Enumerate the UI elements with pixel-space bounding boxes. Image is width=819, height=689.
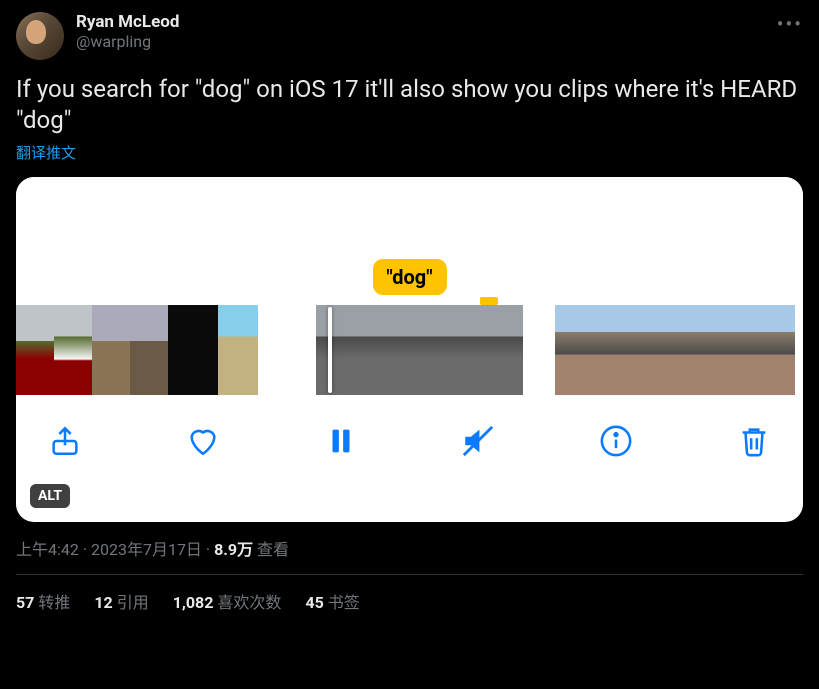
mute-icon[interactable] (457, 420, 499, 462)
playhead[interactable] (328, 307, 332, 393)
heart-icon[interactable] (182, 420, 224, 462)
retweets-stat[interactable]: 57转推 (16, 589, 70, 613)
alt-badge[interactable]: ALT (30, 484, 70, 508)
tweet-container: Ryan McLeod @warpling ••• If you search … (0, 0, 819, 625)
likes-stat[interactable]: 1,082喜欢次数 (173, 589, 282, 613)
video-frame (130, 305, 168, 395)
video-frame (675, 305, 715, 395)
video-frame (206, 305, 218, 395)
handle: @warpling (76, 32, 765, 51)
translate-link[interactable]: 翻译推文 (16, 142, 76, 163)
video-frame (92, 305, 130, 395)
video-timeline[interactable] (16, 305, 803, 395)
video-frame (715, 305, 755, 395)
clip-group[interactable] (316, 305, 523, 395)
tweet-time: 上午4:42 (16, 540, 79, 559)
video-frame (376, 305, 436, 395)
media-card[interactable]: "dog" (16, 177, 803, 522)
tweet-text: If you search for "dog" on iOS 17 it'll … (16, 74, 803, 136)
views-label: 查看 (257, 540, 289, 559)
video-frame (436, 305, 471, 395)
bookmarks-stat[interactable]: 45书签 (305, 589, 359, 613)
avatar[interactable] (16, 12, 64, 60)
video-frame (471, 305, 523, 395)
video-frame (54, 305, 92, 395)
clip-group[interactable] (16, 305, 258, 395)
trash-icon[interactable] (733, 420, 775, 462)
media-header: "dog" (16, 177, 803, 305)
video-frame (168, 305, 206, 395)
media-toolbar (16, 395, 803, 487)
display-name: Ryan McLeod (76, 12, 765, 32)
video-frame (16, 305, 54, 395)
pause-icon[interactable] (320, 420, 362, 462)
info-icon[interactable] (595, 420, 637, 462)
video-frame (555, 305, 595, 395)
video-frame (316, 305, 376, 395)
video-frame (218, 305, 258, 395)
video-frame (595, 305, 635, 395)
search-term-label: "dog" (372, 259, 446, 295)
clip-group[interactable] (555, 305, 795, 395)
tweet-date: 2023年7月17日 (91, 540, 202, 559)
quotes-stat[interactable]: 12引用 (94, 589, 148, 613)
divider (16, 574, 803, 575)
tweet-header: Ryan McLeod @warpling ••• (16, 12, 803, 60)
share-icon[interactable] (44, 420, 86, 462)
more-icon[interactable]: ••• (777, 12, 803, 36)
tweet-meta[interactable]: 上午4:42 · 2023年7月17日 · 8.9万 查看 (16, 536, 803, 560)
tweet-stats: 57转推 12引用 1,082喜欢次数 45书签 (16, 589, 803, 613)
video-frame (635, 305, 675, 395)
views-count: 8.9万 (214, 540, 253, 559)
search-marker (480, 297, 498, 305)
video-frame (755, 305, 795, 395)
author-block[interactable]: Ryan McLeod @warpling (76, 12, 765, 52)
